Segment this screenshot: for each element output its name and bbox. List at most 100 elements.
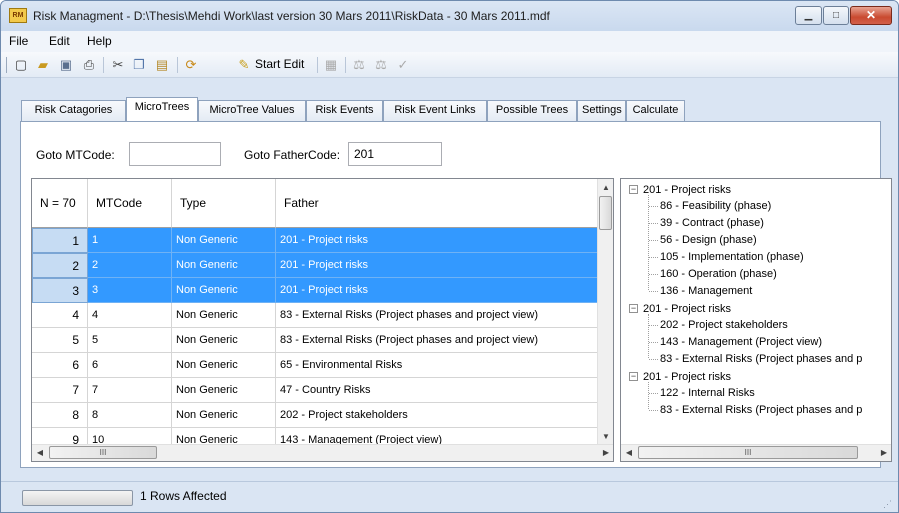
- open-icon[interactable]: ▰: [35, 57, 51, 73]
- cut-icon[interactable]: ✂: [110, 57, 126, 73]
- tab-risk-events[interactable]: Risk Events: [306, 100, 383, 121]
- tree-expander-icon[interactable]: −: [629, 304, 638, 313]
- tree-node[interactable]: 202 - Project stakeholders: [660, 318, 788, 332]
- paste-icon[interactable]: ▤: [154, 57, 170, 73]
- father-cell[interactable]: 83 - External Risks (Project phases and …: [276, 303, 599, 328]
- scroll-left-arrow[interactable]: ◀: [32, 445, 48, 461]
- type-cell[interactable]: Non Generic: [172, 303, 276, 328]
- menu-edit[interactable]: Edit: [49, 34, 70, 48]
- save-icon[interactable]: ▣: [58, 57, 74, 73]
- print-icon[interactable]: ⎙: [81, 57, 97, 73]
- goto-mtcode-input[interactable]: [129, 142, 221, 166]
- tree-horizontal-scrollbar[interactable]: ◀ III ▶: [621, 444, 891, 461]
- table-row[interactable]: 7 7 Non Generic 47 - Country Risks: [32, 378, 599, 403]
- tree-node[interactable]: 160 - Operation (phase): [660, 267, 777, 281]
- menu-help[interactable]: Help: [87, 34, 112, 48]
- scale-icon[interactable]: ⚖: [373, 57, 389, 73]
- tree-node[interactable]: 201 - Project risks: [643, 302, 731, 316]
- table-row[interactable]: 8 8 Non Generic 202 - Project stakeholders: [32, 403, 599, 428]
- mtcode-cell[interactable]: 8: [88, 403, 172, 428]
- scroll-thumb[interactable]: III: [638, 446, 858, 459]
- maximize-button[interactable]: □: [823, 6, 849, 25]
- table-row[interactable]: 4 4 Non Generic 83 - External Risks (Projec…: [32, 303, 599, 328]
- tree-node[interactable]: 136 - Management: [660, 284, 752, 298]
- scroll-up-arrow[interactable]: ▲: [598, 180, 613, 196]
- mtcode-cell[interactable]: 3: [88, 278, 172, 303]
- tree-expander-icon[interactable]: −: [629, 372, 638, 381]
- start-edit-button[interactable]: Start Edit: [255, 57, 304, 71]
- father-cell[interactable]: 201 - Project risks: [276, 278, 599, 303]
- tree-node[interactable]: 83 - External Risks (Project phases and …: [660, 352, 862, 366]
- tab-calculate[interactable]: Calculate: [626, 100, 685, 121]
- table-row[interactable]: 6 6 Non Generic 65 - Environmental Risks: [32, 353, 599, 378]
- pencil-icon[interactable]: ✎: [236, 57, 252, 73]
- type-cell[interactable]: Non Generic: [172, 353, 276, 378]
- copy-icon[interactable]: ❐: [131, 57, 147, 73]
- tree-node[interactable]: 83 - External Risks (Project phases and …: [660, 403, 862, 417]
- row-number[interactable]: 2: [32, 253, 88, 278]
- new-icon[interactable]: ▢: [13, 57, 29, 73]
- tree-expander-icon[interactable]: −: [629, 185, 638, 194]
- scroll-thumb[interactable]: [599, 196, 612, 230]
- close-button[interactable]: ✕: [850, 6, 892, 25]
- mtcode-cell[interactable]: 4: [88, 303, 172, 328]
- tree-node[interactable]: 56 - Design (phase): [660, 233, 757, 247]
- father-cell[interactable]: 202 - Project stakeholders: [276, 403, 599, 428]
- column-header-father[interactable]: Father: [276, 179, 599, 228]
- row-number[interactable]: 8: [32, 403, 88, 428]
- refresh-icon[interactable]: ⟳: [183, 57, 199, 73]
- mtcode-cell[interactable]: 5: [88, 328, 172, 353]
- father-cell[interactable]: 201 - Project risks: [276, 253, 599, 278]
- grid-icon[interactable]: ▦: [323, 57, 339, 73]
- mtcode-cell[interactable]: 7: [88, 378, 172, 403]
- goto-fathercode-input[interactable]: 201: [348, 142, 442, 166]
- type-cell[interactable]: Non Generic: [172, 378, 276, 403]
- father-cell[interactable]: 65 - Environmental Risks: [276, 353, 599, 378]
- tab-risk-event-links[interactable]: Risk Event Links: [383, 100, 487, 121]
- tree-node[interactable]: 39 - Contract (phase): [660, 216, 764, 230]
- scroll-right-arrow[interactable]: ▶: [876, 445, 891, 461]
- mtcode-cell[interactable]: 6: [88, 353, 172, 378]
- tab-possible-trees[interactable]: Possible Trees: [487, 100, 577, 121]
- type-cell[interactable]: Non Generic: [172, 228, 276, 253]
- title-bar[interactable]: RM Risk Managment - D:\Thesis\Mehdi Work…: [1, 1, 898, 31]
- tree-node[interactable]: 143 - Management (Project view): [660, 335, 822, 349]
- tab-microtrees[interactable]: MicroTrees: [126, 97, 198, 121]
- column-header-n[interactable]: N = 70: [32, 179, 88, 228]
- grid-vertical-scrollbar[interactable]: ▲ ▼: [597, 179, 613, 445]
- father-cell[interactable]: 83 - External Risks (Project phases and …: [276, 328, 599, 353]
- resize-grip-icon[interactable]: ⋰: [883, 499, 892, 510]
- table-row[interactable]: 1 1 Non Generic 201 - Project risks: [32, 228, 599, 253]
- minimize-button[interactable]: ▁: [795, 6, 822, 25]
- father-cell[interactable]: 201 - Project risks: [276, 228, 599, 253]
- scroll-thumb[interactable]: III: [49, 446, 157, 459]
- tree-node[interactable]: 201 - Project risks: [643, 370, 731, 384]
- column-header-mtcode[interactable]: MTCode: [88, 179, 172, 228]
- tree-view[interactable]: −201 - Project risks 86 - Feasibility (ph…: [620, 178, 892, 462]
- father-cell[interactable]: 47 - Country Risks: [276, 378, 599, 403]
- microtrees-grid[interactable]: N = 70 MTCode Type Father 1 1 Non Generic 2…: [31, 178, 614, 462]
- mtcode-cell[interactable]: 1: [88, 228, 172, 253]
- table-row[interactable]: 2 2 Non Generic 201 - Project risks: [32, 253, 599, 278]
- table-row[interactable]: 5 5 Non Generic 83 - External Risks (Projec…: [32, 328, 599, 353]
- row-number[interactable]: 5: [32, 328, 88, 353]
- mtcode-cell[interactable]: 2: [88, 253, 172, 278]
- tab-microtree-values[interactable]: MicroTree Values: [198, 100, 306, 121]
- grid-horizontal-scrollbar[interactable]: ◀ III ▶: [32, 444, 613, 461]
- table-row[interactable]: 3 3 Non Generic 201 - Project risks: [32, 278, 599, 303]
- tree-node[interactable]: 122 - Internal Risks: [660, 386, 755, 400]
- scroll-down-arrow[interactable]: ▼: [598, 429, 613, 445]
- column-header-type[interactable]: Type: [172, 179, 276, 228]
- row-number[interactable]: 4: [32, 303, 88, 328]
- tree-node[interactable]: 105 - Implementation (phase): [660, 250, 804, 264]
- scroll-left-arrow[interactable]: ◀: [621, 445, 637, 461]
- tab-risk-catagories[interactable]: Risk Catagories: [21, 100, 126, 121]
- tab-settings[interactable]: Settings: [577, 100, 626, 121]
- type-cell[interactable]: Non Generic: [172, 403, 276, 428]
- type-cell[interactable]: Non Generic: [172, 328, 276, 353]
- scale-icon[interactable]: ⚖: [351, 57, 367, 73]
- type-cell[interactable]: Non Generic: [172, 253, 276, 278]
- tree-node[interactable]: 86 - Feasibility (phase): [660, 199, 771, 213]
- row-number[interactable]: 6: [32, 353, 88, 378]
- menu-file[interactable]: File: [9, 34, 28, 48]
